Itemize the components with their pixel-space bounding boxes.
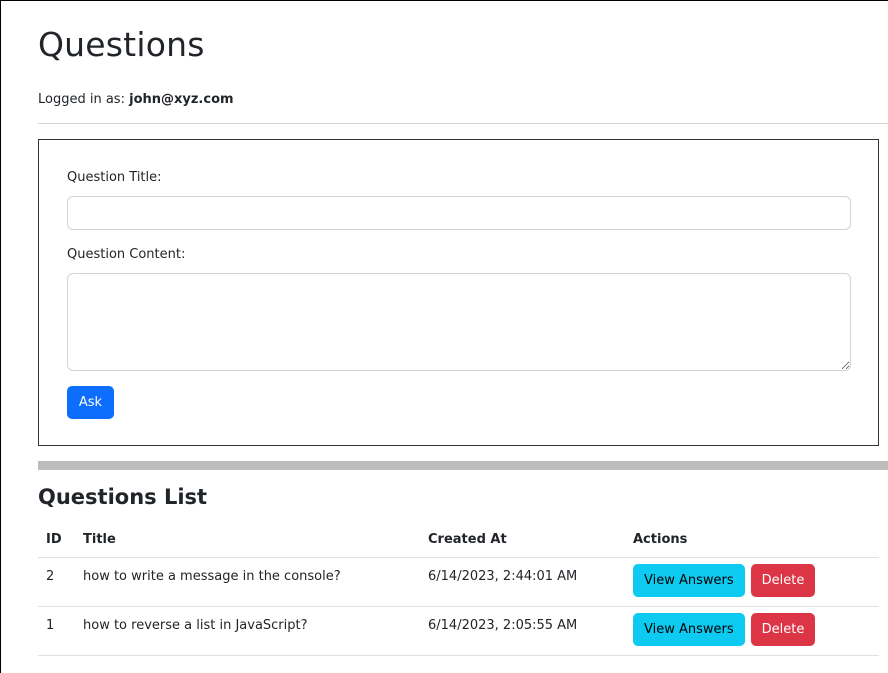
question-id: 1 — [38, 606, 75, 656]
question-actions: View Answers Delete — [625, 606, 879, 656]
question-actions: View Answers Delete — [625, 557, 879, 607]
logged-in-status: Logged in as: john@xyz.com — [38, 92, 234, 107]
ask-button[interactable]: Ask — [67, 386, 114, 419]
delete-button[interactable]: Delete — [750, 563, 816, 597]
header-divider — [38, 123, 888, 124]
table-row: 2 how to write a message in the console?… — [38, 557, 879, 607]
question-content-textarea[interactable] — [67, 273, 851, 371]
question-title: how to reverse a list in JavaScript? — [75, 606, 420, 656]
view-answers-button[interactable]: View Answers — [633, 612, 745, 646]
questions-list-heading: Questions List — [38, 485, 208, 509]
table-row: 1 how to reverse a list in JavaScript? 6… — [38, 606, 879, 656]
question-title: how to write a message in the console? — [75, 557, 420, 607]
question-title-input[interactable] — [67, 196, 851, 230]
question-content-label: Question Content: — [67, 247, 186, 262]
questions-table: ID Title Created At Actions 2 how to wri… — [38, 522, 879, 656]
page: Questions Logged in as: john@xyz.com Que… — [0, 0, 888, 673]
section-divider — [38, 461, 888, 470]
logged-in-label: Logged in as: — [38, 92, 125, 107]
logged-in-user: john@xyz.com — [129, 92, 234, 107]
table-header-row: ID Title Created At Actions — [38, 522, 879, 558]
question-created-at: 6/14/2023, 2:44:01 AM — [420, 557, 625, 607]
column-header-title: Title — [75, 522, 420, 558]
question-title-label: Question Title: — [67, 170, 162, 185]
view-answers-button[interactable]: View Answers — [633, 563, 745, 597]
question-created-at: 6/14/2023, 2:05:55 AM — [420, 606, 625, 656]
column-header-actions: Actions — [625, 522, 879, 558]
column-header-id: ID — [38, 522, 75, 558]
column-header-created-at: Created At — [420, 522, 625, 558]
delete-button[interactable]: Delete — [750, 612, 816, 646]
question-id: 2 — [38, 557, 75, 607]
page-title: Questions — [38, 25, 205, 64]
ask-question-form: Question Title: Question Content: Ask — [38, 139, 879, 446]
